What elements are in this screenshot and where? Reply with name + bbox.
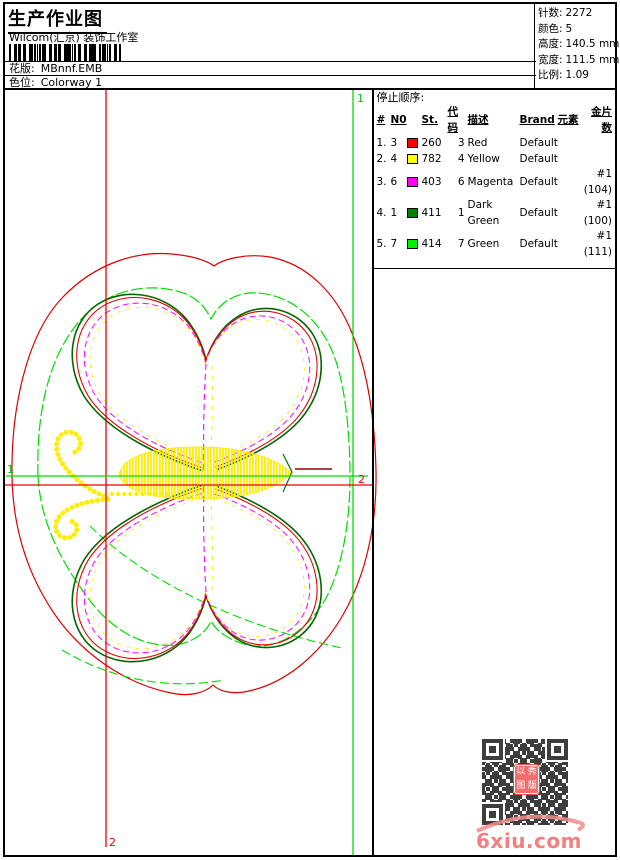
qr-finder-icon <box>547 739 568 760</box>
table-row: 2.4 7824 YellowDefault <box>377 152 614 168</box>
green-swash-bottom <box>62 650 224 684</box>
height-row: 高度:140.5 mm <box>538 37 615 53</box>
col-sequins: 金片数 <box>582 105 614 136</box>
color-swatch <box>407 138 418 148</box>
watermark-seal: 以秀 图版 <box>514 765 539 794</box>
design-canvas-area: 1 1 2 2 停止顺序: # N0 St. 代码 描述 Brand 元素 金片… <box>5 90 615 855</box>
col-code: 代码 <box>448 105 468 136</box>
colors-row: 颜色:5 <box>538 22 615 38</box>
start-marker-left: 1 <box>7 463 14 476</box>
colorway-label: 色位: <box>9 76 35 89</box>
antenna-upper <box>56 432 104 496</box>
table-row: 3.6 4036 MagentaDefault #1 (104) <box>377 167 614 198</box>
wings-bottom <box>72 482 321 662</box>
design-file-value: MBnnf.EMB <box>41 62 103 75</box>
end-marker-bottom: 2 <box>109 836 116 849</box>
design-file-label: 花版: <box>9 62 35 75</box>
design-file-field: 花版: MBnnf.EMB <box>5 61 536 75</box>
table-row: 1.3 2603 RedDefault <box>377 136 614 152</box>
qr-finder-icon <box>482 739 503 760</box>
design-info-box: 针数:2272 颜色:5 高度:140.5 mm 宽度:111.5 mm 比例:… <box>534 4 615 88</box>
watermark-text: 6xiu.com <box>469 829 589 853</box>
col-elements: 元素 <box>558 113 582 129</box>
col-desc: 描述 <box>468 113 520 129</box>
company-name: Wilcom(汇京) 装饰工作室 <box>9 29 138 45</box>
color-swatch <box>407 208 418 218</box>
colorway-field: 色位: Colorway 1 <box>5 75 536 90</box>
col-needle: N0 <box>391 113 407 129</box>
table-row: 4.1 4111 Dark GreenDefault #1 (100) <box>377 198 614 229</box>
color-swatch <box>407 177 418 187</box>
color-swatch <box>407 239 418 249</box>
stop-sequence-title: 停止顺序: <box>377 91 614 105</box>
end-marker-right: 2 <box>358 473 365 486</box>
color-swatch <box>407 154 418 164</box>
stitches-row: 针数:2272 <box>538 6 615 22</box>
barcode <box>9 44 121 62</box>
antenna-lower <box>56 499 108 538</box>
col-st: St. <box>422 113 448 129</box>
col-brand: Brand <box>520 113 558 129</box>
table-header-row: # N0 St. 代码 描述 Brand 元素 金片数 <box>377 105 614 136</box>
colorway-value: Colorway 1 <box>41 76 102 89</box>
stop-sequence-table: 停止顺序: # N0 St. 代码 描述 Brand 元素 金片数 1.3 26… <box>374 90 616 269</box>
width-row: 宽度:111.5 mm <box>538 53 615 69</box>
butterfly-body <box>119 447 291 499</box>
table-row: 5.7 4147 GreenDefault #1 (111) <box>377 229 614 260</box>
scale-row: 比例:1.09 <box>538 68 615 84</box>
start-marker-top: 1 <box>357 92 364 105</box>
production-worksheet-page: 生产作业图 Wilcom(汇京) 装饰工作室 花版:MBnnf.EMB 色位:C… <box>3 2 617 857</box>
site-watermark: 6xiu.com <box>469 813 589 855</box>
col-num: # <box>377 113 391 129</box>
worksheet-header: 生产作业图 Wilcom(汇京) 装饰工作室 花版:MBnnf.EMB 色位:C… <box>5 4 615 90</box>
